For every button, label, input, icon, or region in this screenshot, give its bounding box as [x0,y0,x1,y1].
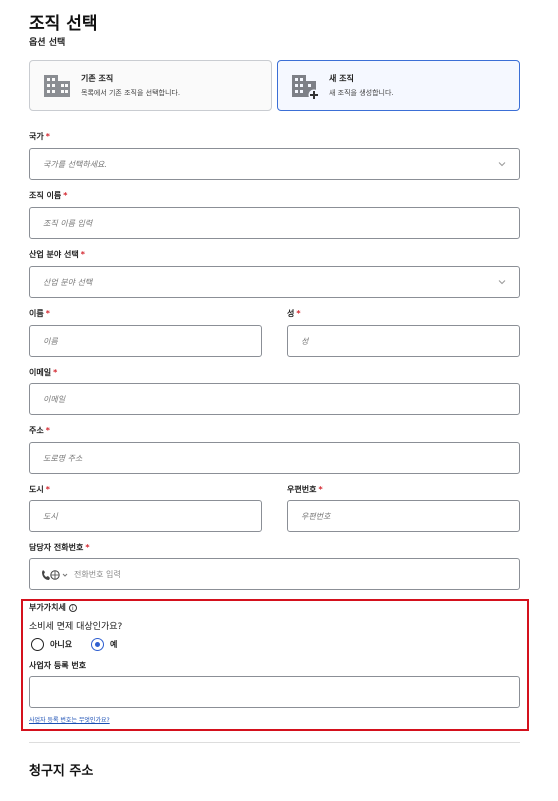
email-label: 이메일 * [29,368,58,377]
page-subtitle: 옵션 선택 [29,38,66,48]
postal-input[interactable]: 우편번호 [287,500,520,532]
reg-number-input[interactable] [29,676,520,708]
radio-no[interactable]: 아니요 [31,638,72,651]
phone-placeholder: 전화번호 입력 [74,570,121,579]
radio-yes-control[interactable] [91,638,104,651]
section-divider [29,742,520,743]
address-label: 주소 * [29,426,50,435]
vat-title: 부가가치세 i [29,602,77,613]
existing-org-description: 목록에서 기존 조직을 선택합니다. [81,89,181,97]
globe-phone-icon[interactable] [40,569,70,581]
new-org-card[interactable]: 새 조직 새 조직을 생성합니다. [277,60,520,111]
country-label: 국가 * [29,132,50,141]
chevron-down-icon [498,162,506,167]
phone-label: 담당자 전화번호 * [29,543,90,552]
last-name-label: 성 * [287,309,301,318]
country-select[interactable]: 국가를 선택하세요. [29,148,520,180]
new-org-description: 새 조직을 생성합니다. [329,89,394,97]
city-label: 도시 * [29,485,50,494]
city-input[interactable]: 도시 [29,500,262,532]
existing-org-title: 기존 조직 [81,74,114,83]
last-name-placeholder: 성 [301,337,309,346]
radio-yes[interactable]: 예 [91,638,117,651]
radio-yes-label: 예 [110,640,118,649]
radio-no-label: 아니요 [50,640,73,649]
first-name-placeholder: 이름 [43,337,58,346]
billing-address-title: 청구지 주소 [29,764,94,779]
country-placeholder: 국가를 선택하세요. [43,160,107,169]
chevron-down-icon [498,280,506,285]
page-title: 조직 선택 [29,14,98,34]
first-name-label: 이름 * [29,309,50,318]
building-add-icon [292,75,320,101]
org-name-label: 조직 이름 * [29,191,68,200]
reg-number-help-link[interactable]: 사업자 등록 번호는 무엇인가요? [29,715,110,724]
reg-number-label: 사업자 등록 번호 [29,661,87,670]
new-org-title: 새 조직 [329,74,354,83]
postal-placeholder: 우편번호 [301,512,331,521]
org-name-input[interactable]: 조직 이름 입력 [29,207,520,239]
existing-org-card[interactable]: 기존 조직 목록에서 기존 조직을 선택합니다. [29,60,272,111]
org-name-placeholder: 조직 이름 입력 [43,219,93,228]
industry-label: 산업 분야 선택 * [29,250,85,259]
email-placeholder: 이메일 [43,395,66,404]
first-name-input[interactable]: 이름 [29,325,262,357]
vat-question: 소비세 면제 대상인가요? [29,622,123,632]
last-name-input[interactable]: 성 [287,325,520,357]
city-placeholder: 도시 [43,512,58,521]
building-icon [44,75,70,97]
industry-select[interactable]: 산업 분야 선택 [29,266,520,298]
phone-input[interactable]: 전화번호 입력 [29,558,520,590]
email-input[interactable]: 이메일 [29,383,520,415]
postal-label: 우편번호 * [287,485,323,494]
industry-placeholder: 산업 분야 선택 [43,278,93,287]
address-placeholder: 도로명 주소 [43,454,83,463]
radio-no-control[interactable] [31,638,44,651]
info-icon[interactable]: i [68,604,77,612]
address-input[interactable]: 도로명 주소 [29,442,520,474]
